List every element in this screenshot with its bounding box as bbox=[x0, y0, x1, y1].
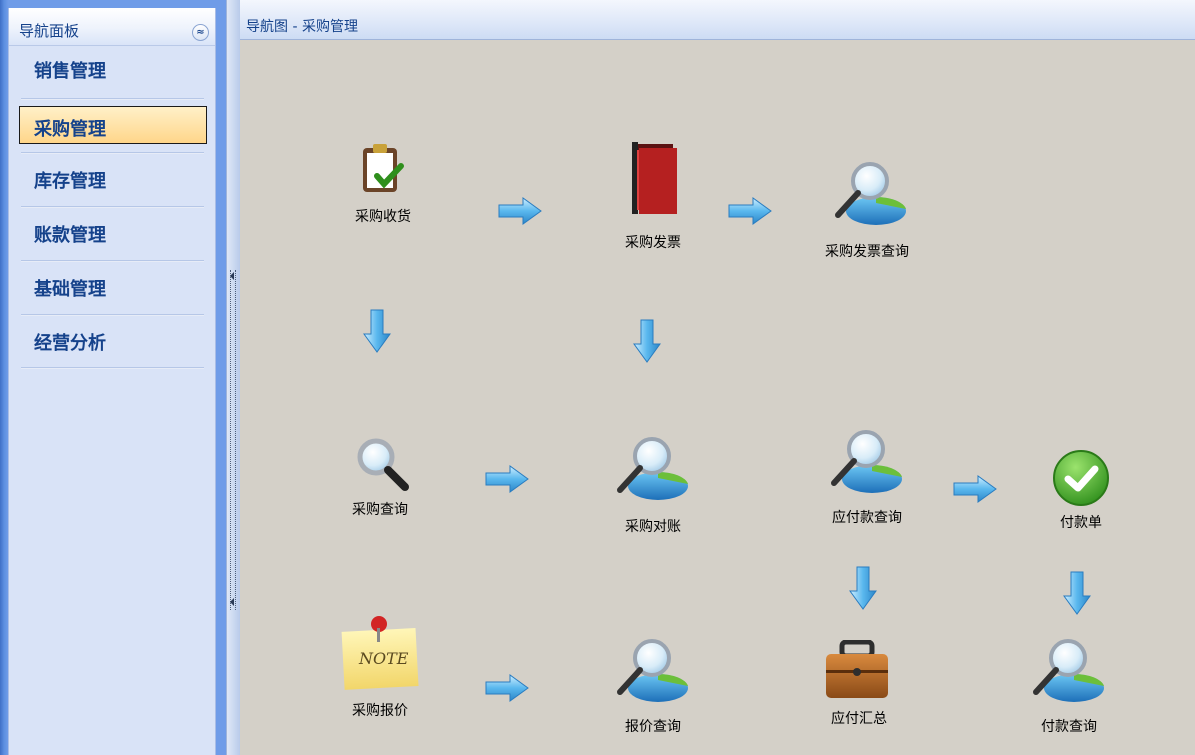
arrow-right-icon bbox=[953, 475, 997, 503]
clipboard-check-icon bbox=[363, 144, 404, 192]
nav-item-purchase[interactable]: 采购管理 bbox=[19, 106, 207, 144]
node-label: 报价查询 bbox=[625, 719, 681, 735]
node-purchase-query[interactable]: 采购查询 bbox=[315, 433, 445, 553]
node-purchase-invoice[interactable]: 采购发票 bbox=[588, 140, 718, 260]
books-icon bbox=[632, 142, 677, 214]
arrow-right-icon bbox=[498, 197, 542, 225]
nav-item-analysis[interactable]: 经营分析 bbox=[19, 320, 207, 358]
node-label: 应付款查询 bbox=[832, 510, 902, 526]
nav-item-label: 账款管理 bbox=[34, 225, 106, 246]
collapse-chevron-icon[interactable]: ≈ bbox=[192, 24, 209, 41]
node-payable-query[interactable]: 应付款查询 bbox=[802, 423, 932, 543]
magnifier-chart-icon bbox=[617, 639, 688, 702]
node-label: 采购发票 bbox=[625, 235, 681, 251]
magnifier-chart-icon bbox=[835, 162, 906, 225]
node-label: 付款查询 bbox=[1041, 719, 1097, 735]
magnifier-chart-icon bbox=[1033, 639, 1104, 702]
navigation-panel-header: 导航面板 ≈ bbox=[9, 8, 215, 46]
arrow-down-icon bbox=[633, 319, 661, 363]
splitter-left-arrow-icon[interactable] bbox=[230, 598, 234, 606]
nav-divider bbox=[21, 206, 204, 208]
node-purchase-reconcile[interactable]: 采购对账 bbox=[588, 430, 718, 550]
node-quote-query[interactable]: 报价查询 bbox=[588, 632, 718, 752]
nav-divider bbox=[21, 98, 204, 100]
arrow-down-icon bbox=[849, 566, 877, 610]
node-label: 采购查询 bbox=[352, 502, 408, 518]
navigation-panel-body: 导航面板 ≈ 销售管理 采购管理 库存管理 账款管理 基础管理 经营分析 bbox=[8, 8, 216, 755]
nav-item-accounts[interactable]: 账款管理 bbox=[19, 212, 207, 250]
node-label: 付款单 bbox=[1060, 515, 1102, 531]
arrow-right-icon bbox=[728, 197, 772, 225]
note-icon-text: NOTE bbox=[358, 649, 409, 668]
nav-divider bbox=[21, 260, 204, 262]
node-label: 采购发票查询 bbox=[825, 244, 909, 260]
main-header: 导航图 - 采购管理 bbox=[240, 0, 1195, 40]
note-icon: NOTE bbox=[341, 616, 419, 690]
node-invoice-query[interactable]: 采购发票查询 bbox=[802, 155, 932, 275]
node-label: 采购收货 bbox=[355, 209, 411, 225]
nav-divider bbox=[21, 367, 204, 369]
node-payment-voucher[interactable]: 付款单 bbox=[1016, 448, 1146, 568]
arrow-down-icon bbox=[1063, 571, 1091, 615]
nav-item-label: 销售管理 bbox=[34, 61, 106, 82]
nav-item-inventory[interactable]: 库存管理 bbox=[19, 158, 207, 196]
magnifier-icon bbox=[357, 438, 409, 491]
nav-item-label: 基础管理 bbox=[34, 279, 106, 300]
node-payment-query[interactable]: 付款查询 bbox=[1004, 632, 1134, 752]
splitter-grip[interactable] bbox=[230, 270, 236, 610]
node-label: 应付汇总 bbox=[831, 711, 887, 727]
nav-item-basic[interactable]: 基础管理 bbox=[19, 266, 207, 304]
nav-item-label: 采购管理 bbox=[34, 119, 106, 140]
arrow-right-icon bbox=[485, 465, 529, 493]
node-payable-summary[interactable]: 应付汇总 bbox=[794, 640, 924, 755]
briefcase-icon bbox=[826, 640, 888, 698]
nav-item-sales[interactable]: 销售管理 bbox=[19, 48, 207, 86]
node-purchase-quote[interactable]: NOTE 采购报价 bbox=[315, 612, 445, 732]
nav-divider bbox=[21, 152, 204, 154]
green-check-icon bbox=[1053, 450, 1109, 506]
node-purchase-receive[interactable]: 采购收货 bbox=[318, 140, 448, 260]
arrow-down-icon bbox=[363, 309, 391, 353]
panel-splitter[interactable] bbox=[226, 0, 240, 755]
nav-divider bbox=[21, 314, 204, 316]
magnifier-chart-icon bbox=[831, 430, 902, 493]
flow-diagram-area: 导航图 - 采购管理 采购收货 采购发票 采购发票查询 采购查询 采购对账 应付… bbox=[240, 0, 1195, 755]
page-title: 导航图 - 采购管理 bbox=[246, 19, 358, 35]
nav-item-label: 库存管理 bbox=[34, 171, 106, 192]
arrow-right-icon bbox=[485, 674, 529, 702]
magnifier-chart-icon bbox=[617, 437, 688, 500]
nav-item-label: 经营分析 bbox=[34, 333, 106, 354]
node-label: 采购对账 bbox=[625, 519, 681, 535]
navigation-panel-title: 导航面板 bbox=[19, 22, 80, 40]
navigation-panel: 导航面板 ≈ 销售管理 采购管理 库存管理 账款管理 基础管理 经营分析 bbox=[0, 0, 226, 755]
node-label: 采购报价 bbox=[352, 703, 408, 719]
